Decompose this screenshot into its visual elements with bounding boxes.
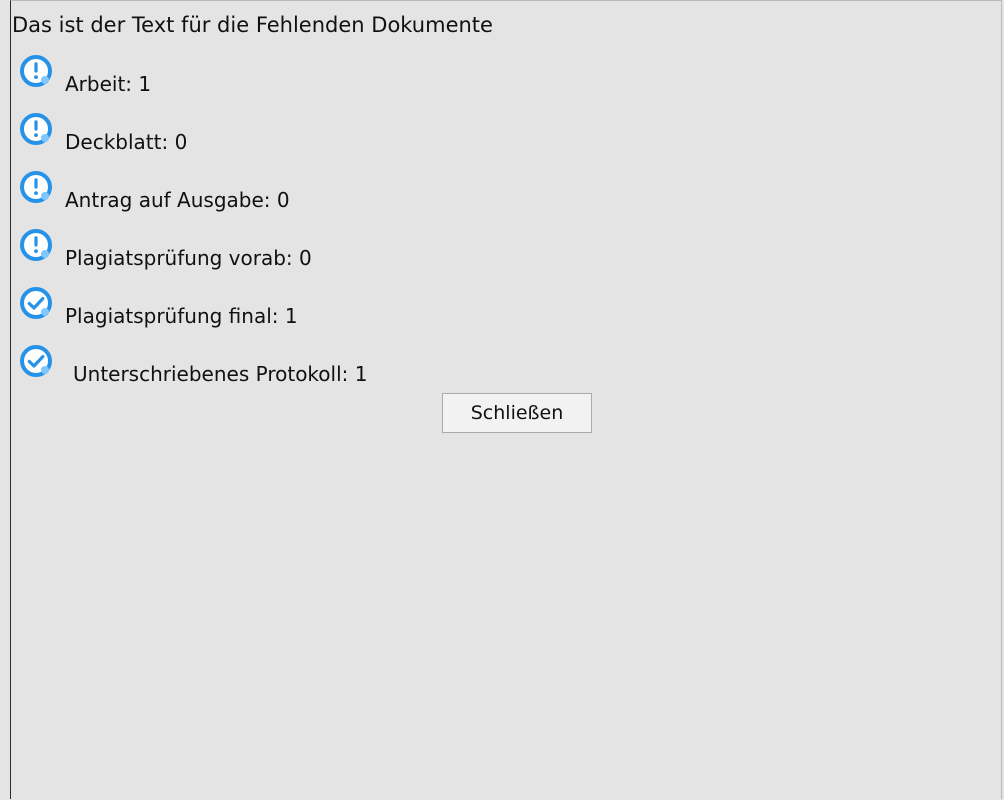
document-label-plagiat-final: Plagiatsprüfung final: 1 (65, 304, 298, 328)
exclamation-icon (20, 55, 52, 87)
document-label-deckblatt: Deckblatt: 0 (65, 130, 188, 154)
exclamation-icon (20, 113, 52, 145)
document-label-arbeit: Arbeit: 1 (65, 72, 152, 96)
checkmark-icon (20, 345, 52, 377)
document-label-antrag: Antrag auf Ausgabe: 0 (65, 188, 290, 212)
close-button[interactable]: Schließen (442, 393, 592, 433)
exclamation-icon (20, 171, 52, 203)
missing-documents-dialog: Das ist der Text für die Fehlenden Dokum… (10, 0, 1002, 799)
exclamation-icon (20, 229, 52, 261)
document-label-protokoll: Unterschriebenes Protokoll: 1 (73, 362, 368, 386)
dialog-message: Das ist der Text für die Fehlenden Dokum… (12, 13, 493, 37)
checkmark-icon (20, 287, 52, 319)
document-label-plagiat-vorab: Plagiatsprüfung vorab: 0 (65, 246, 312, 270)
